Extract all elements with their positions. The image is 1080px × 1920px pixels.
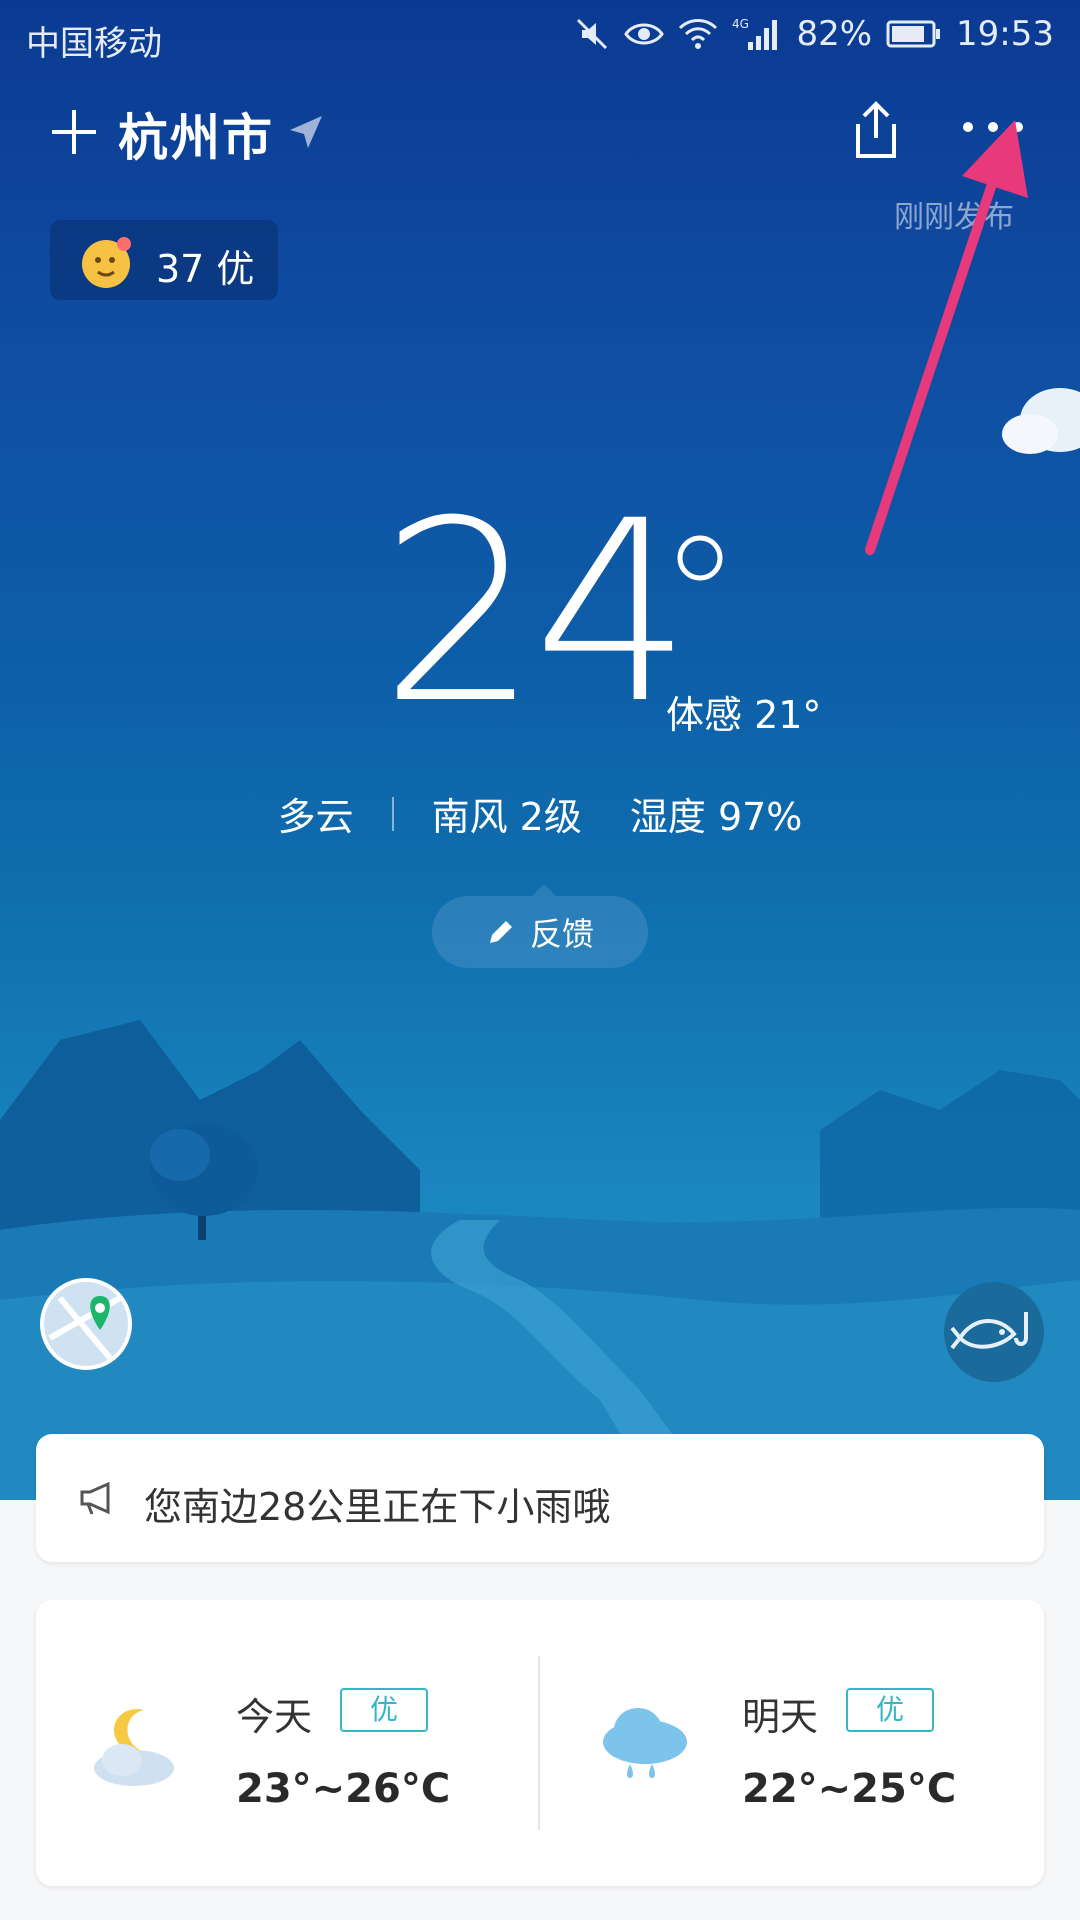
feedback-label: 反馈 xyxy=(529,915,594,953)
mute-icon xyxy=(577,18,608,50)
forecast-temp-range: 22°~25°C xyxy=(742,1766,957,1812)
wifi-icon xyxy=(679,19,718,49)
feels-like: 体感 21° xyxy=(666,693,822,737)
aqi-value: 37 优 xyxy=(156,247,255,291)
megaphone-icon xyxy=(80,1481,110,1515)
eye-icon xyxy=(624,23,665,45)
current-temperature: 24 xyxy=(380,467,692,758)
forecast-today[interactable]: 今天 优 23°~26°C xyxy=(36,1600,536,1886)
forecast-day-label: 明天 xyxy=(742,1695,819,1739)
pencil-icon xyxy=(489,921,512,943)
alert-message: 您南边28公里正在下小雨哦 xyxy=(144,1485,611,1529)
divider xyxy=(391,796,394,831)
clock: 19:53 xyxy=(956,14,1054,54)
degree-symbol xyxy=(677,535,723,581)
wind-info: 南风 2级 xyxy=(431,795,582,839)
battery-percent: 82% xyxy=(796,14,873,54)
weather-hero: 中国移动 4G 82% 19:53 杭州市 刚刚发布 37 优 24 体感 21… xyxy=(0,0,1080,1500)
divider xyxy=(538,1656,540,1830)
forecast-aqi-badge: 优 xyxy=(340,1688,428,1732)
feedback-tooltip-tip xyxy=(532,884,556,896)
forecast-card: 今天 优 23°~26°C 明天 优 22°~25°C xyxy=(36,1600,1044,1886)
weather-condition: 多云 xyxy=(277,795,354,839)
status-bar: 中国移动 4G 82% 19:53 xyxy=(0,0,1080,74)
forecast-aqi-badge: 优 xyxy=(846,1688,934,1732)
aqi-chip[interactable]: 37 优 xyxy=(50,220,278,300)
battery-icon xyxy=(886,20,941,48)
fishing-icon[interactable] xyxy=(944,1282,1044,1382)
rain-alert-card[interactable]: 您南边28公里正在下小雨哦 xyxy=(36,1434,1044,1562)
moon-cloud-icon xyxy=(94,1709,174,1786)
forecast-day-label: 今天 xyxy=(236,1695,313,1739)
signal-icon: 4G xyxy=(732,17,778,50)
map-button-icon[interactable] xyxy=(40,1278,132,1370)
city-name[interactable]: 杭州市 xyxy=(118,98,274,170)
landscape-illustration xyxy=(0,1020,1080,1500)
carrier-name: 中国移动 xyxy=(26,24,162,64)
forecast-temp-range: 23°~26°C xyxy=(236,1766,451,1812)
humidity-info: 湿度 97% xyxy=(629,795,803,839)
rain-cloud-icon xyxy=(603,1708,687,1778)
feedback-button[interactable]: 反馈 xyxy=(432,896,648,968)
conditions-row: 多云 南风 2级 湿度 97% xyxy=(0,786,1080,841)
smiley-face-icon xyxy=(82,237,131,288)
add-city-icon[interactable] xyxy=(44,102,104,162)
network-type: 4G xyxy=(732,17,749,31)
location-arrow-icon xyxy=(290,116,322,148)
annotation-arrow xyxy=(865,120,1028,555)
forecast-tomorrow[interactable]: 明天 优 22°~25°C xyxy=(542,1600,1042,1886)
